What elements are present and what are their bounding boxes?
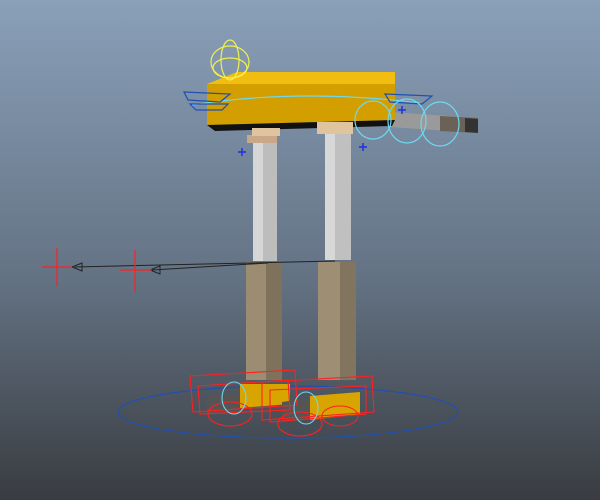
3d-viewport[interactable] xyxy=(0,0,600,500)
